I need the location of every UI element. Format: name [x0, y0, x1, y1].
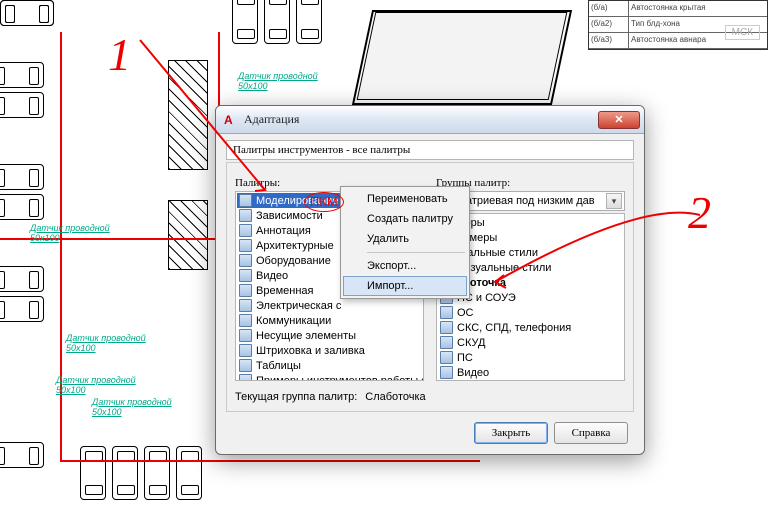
- palette-item[interactable]: Электрическая с: [237, 298, 422, 313]
- help-button[interactable]: Справка: [554, 422, 628, 444]
- close-icon[interactable]: ✕: [598, 111, 640, 129]
- context-menu: Переименовать Создать палитру Удалить Эк…: [340, 186, 470, 299]
- group-item[interactable]: ПС: [438, 350, 623, 365]
- palette-icon: [440, 366, 453, 379]
- palette-item[interactable]: Примеры инструментов работы с: [237, 373, 422, 380]
- palette-icon: [239, 254, 252, 267]
- dialog-titlebar[interactable]: A Адаптация ✕: [216, 106, 644, 134]
- menu-separator: [367, 252, 465, 253]
- close-button[interactable]: Закрыть: [474, 422, 548, 444]
- palette-icon: [440, 336, 453, 349]
- annotation-pkm: ПКМ: [310, 194, 338, 209]
- menu-rename[interactable]: Переименовать: [343, 189, 467, 209]
- chevron-down-icon[interactable]: ▾: [606, 193, 622, 209]
- msk-badge: МСК: [725, 25, 760, 40]
- current-group-value: Слаботочка: [365, 391, 625, 403]
- dialog-title: Адаптация: [244, 112, 598, 127]
- palette-icon: [440, 351, 453, 364]
- palette-icon: [239, 209, 252, 222]
- group-item[interactable]: Видео: [438, 365, 623, 380]
- palette-icon: [239, 194, 252, 207]
- palette-icon: [239, 359, 252, 372]
- palette-icon: [440, 306, 453, 319]
- menu-import[interactable]: Импорт...: [343, 276, 467, 296]
- menu-delete[interactable]: Удалить: [343, 229, 467, 249]
- group-item[interactable]: ОС: [438, 305, 623, 320]
- tab-tool-palettes[interactable]: Палитры инструментов - все палитры: [226, 140, 634, 160]
- palette-item[interactable]: Несущие элементы: [237, 328, 422, 343]
- palette-icon: [239, 374, 252, 380]
- palette-icon: [239, 344, 252, 357]
- menu-export[interactable]: Экспорт...: [343, 256, 467, 276]
- palette-icon: [239, 224, 252, 237]
- palette-item[interactable]: Штриховка и заливка: [237, 343, 422, 358]
- palette-icon: [239, 329, 252, 342]
- palette-icon: [239, 314, 252, 327]
- current-group-label: Текущая группа палитр:: [235, 391, 357, 403]
- palette-icon: [239, 239, 252, 252]
- palette-icon: [239, 284, 252, 297]
- palette-icon: [239, 269, 252, 282]
- palette-item[interactable]: Таблицы: [237, 358, 422, 373]
- group-item[interactable]: СКУД: [438, 335, 623, 350]
- palette-item[interactable]: Коммуникации: [237, 313, 422, 328]
- palette-icon: [239, 299, 252, 312]
- palette-icon: [440, 321, 453, 334]
- app-icon: A: [224, 113, 238, 127]
- group-item[interactable]: СКС, СПД, телефония: [438, 320, 623, 335]
- menu-create-palette[interactable]: Создать палитру: [343, 209, 467, 229]
